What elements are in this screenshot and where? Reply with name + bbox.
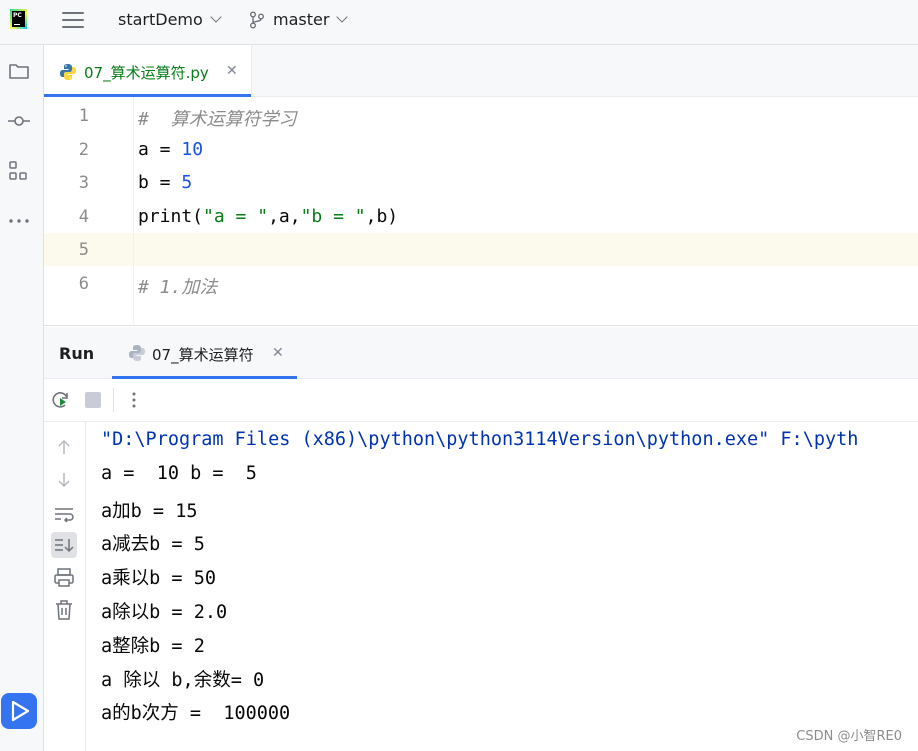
- code-editor[interactable]: 1 # 算术运算符学习 2 a = 10 3 b = 5 4 print("a = ",a,"…: [44, 97, 918, 326]
- code-token: # 1.加法: [138, 277, 218, 298]
- code-token: b =: [138, 172, 182, 194]
- title-bar: PC startDemo master: [0, 0, 918, 45]
- git-branch-icon[interactable]: [249, 11, 265, 29]
- stop-icon[interactable]: [85, 392, 101, 408]
- console-output-line: a减去b = 5: [101, 534, 205, 556]
- soft-wrap-icon[interactable]: [51, 501, 77, 527]
- console-command-line: "D:\Program Files (x86)\python\python311…: [101, 429, 859, 450]
- more-icon[interactable]: [7, 209, 31, 233]
- console-output-line: a除以b = 2.0: [101, 602, 228, 623]
- python-run-icon: [129, 345, 145, 361]
- current-line-highlight: [44, 233, 918, 266]
- scroll-down-icon[interactable]: [51, 467, 77, 493]
- console-output-line: a = 10 b = 5: [101, 462, 257, 484]
- console-output-line: a的b次方 = 100000: [101, 703, 291, 725]
- main-menu-icon[interactable]: [62, 12, 84, 30]
- scroll-up-icon[interactable]: [51, 434, 77, 460]
- commit-icon[interactable]: [7, 109, 31, 133]
- run-config-tab[interactable]: 07_算术运算符 ✕: [112, 327, 297, 379]
- run-tool-window-header: Run 07_算术运算符 ✕: [44, 327, 918, 379]
- run-tab-label: 07_算术运算符: [152, 346, 254, 364]
- code-token: a =: [138, 138, 182, 160]
- logo-text: PC: [13, 12, 22, 19]
- trash-icon[interactable]: [51, 597, 77, 623]
- editor-file-tab[interactable]: 07_算术运算符.py ✕: [44, 45, 252, 97]
- code-token: 5: [181, 172, 193, 194]
- line-number: 4: [78, 206, 89, 227]
- branch-selector[interactable]: master: [273, 10, 329, 29]
- code-line: # 算术运算符学习: [138, 105, 297, 131]
- console-side-toolbar: [44, 422, 86, 751]
- run-toolbar: [44, 379, 918, 422]
- watermark: CSDN @小智RE0: [796, 729, 902, 744]
- pycharm-logo-icon[interactable]: PC: [10, 9, 27, 29]
- console-output-line: a加b = 15: [101, 500, 198, 522]
- run-icon: [11, 700, 30, 722]
- line-number: 1: [78, 106, 89, 126]
- line-number: 5: [78, 240, 89, 261]
- run-title: Run: [59, 344, 95, 363]
- line-number: 3: [78, 173, 89, 194]
- more-vertical-icon[interactable]: [124, 390, 144, 410]
- code-line: b = 5: [138, 172, 192, 193]
- close-run-tab-icon[interactable]: ✕: [272, 346, 284, 360]
- code-token: 10: [181, 138, 204, 160]
- code-token: ,a,: [268, 205, 301, 227]
- close-tab-icon[interactable]: ✕: [226, 64, 238, 78]
- code-line: # 1.加法: [138, 273, 217, 299]
- chevron-down-icon[interactable]: [336, 11, 348, 23]
- file-tab-label: 07_算术运算符.py: [84, 64, 209, 82]
- folder-icon[interactable]: [7, 59, 31, 83]
- console-output[interactable]: "D:\Program Files (x86)\python\python311…: [86, 422, 918, 751]
- code-line: print("a = ",a,"b = ",b): [138, 206, 398, 227]
- rerun-icon[interactable]: [50, 389, 72, 411]
- print-icon[interactable]: [51, 565, 77, 591]
- console-output-line: a乘以b = 50: [101, 568, 216, 590]
- code-token: ,b): [365, 205, 399, 227]
- scroll-to-end-toggle[interactable]: [51, 532, 77, 558]
- line-number: 2: [78, 139, 89, 160]
- chevron-down-icon[interactable]: [210, 11, 222, 23]
- code-token: # 算术运算符学习: [138, 109, 297, 130]
- code-token: "a = ": [203, 205, 269, 227]
- console-output-line: a整除b = 2: [101, 635, 205, 657]
- code-token: print(: [138, 205, 204, 227]
- code-line: a = 10: [138, 139, 203, 160]
- editor-tab-bar: 07_算术运算符.py ✕: [44, 45, 918, 97]
- line-number: 6: [78, 274, 89, 294]
- scroll-to-end-icon: [55, 539, 74, 553]
- python-file-icon: [60, 64, 76, 80]
- structure-icon[interactable]: [7, 159, 31, 183]
- run-tool-window-button[interactable]: [1, 693, 37, 729]
- project-selector[interactable]: startDemo: [118, 10, 203, 29]
- tool-window-strip: [0, 45, 44, 751]
- console-output-line: a 除以 b,余数= 0: [101, 669, 265, 691]
- code-token: "b = ": [300, 205, 366, 227]
